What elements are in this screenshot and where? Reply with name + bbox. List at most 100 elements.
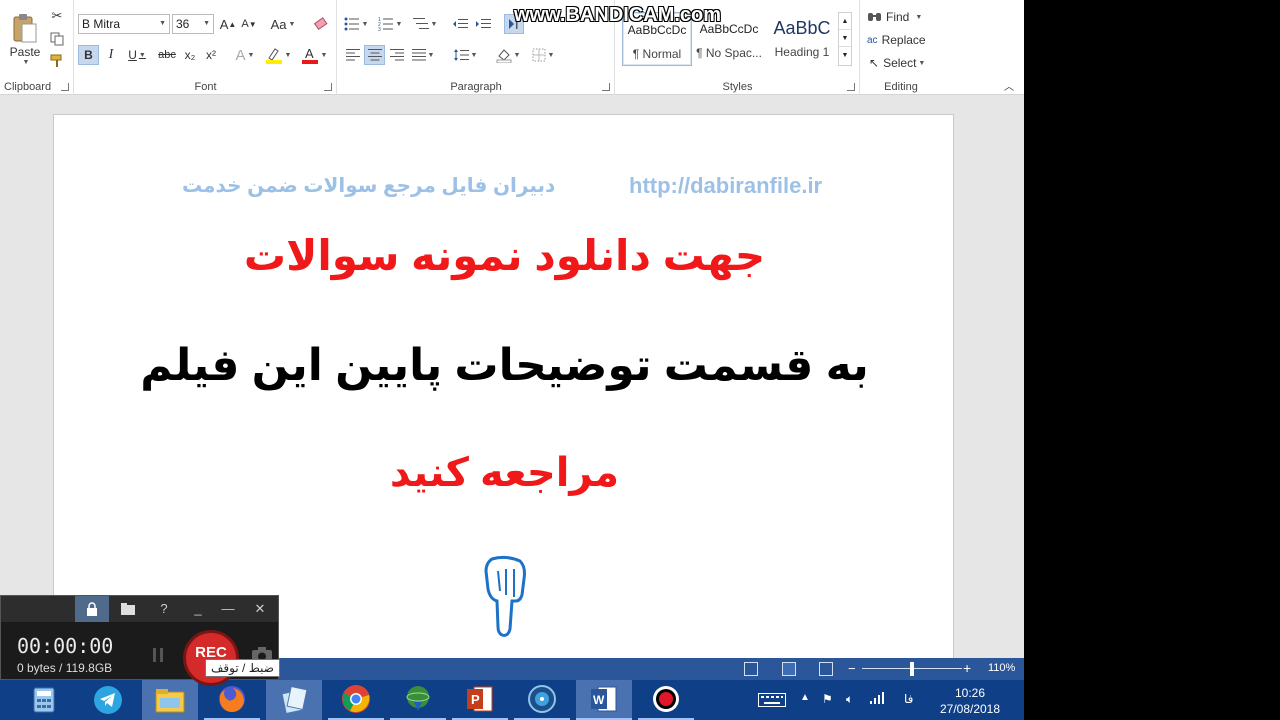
powerpoint-icon[interactable]: P (452, 680, 508, 720)
copy-icon[interactable] (48, 30, 66, 48)
header-site-name: دبیران فایل مرجع سوالات ضمن خدمت (182, 175, 556, 197)
close-icon[interactable]: ✕ (245, 599, 275, 619)
select-button[interactable]: ↖ Select ▼ (869, 53, 935, 73)
paste-button[interactable]: Paste ▼ (6, 6, 44, 72)
shrink-font-button[interactable]: A ▼ (240, 14, 258, 34)
help-icon[interactable]: ? (149, 599, 179, 619)
format-painter-icon[interactable] (48, 52, 66, 70)
lock-icon (87, 602, 97, 616)
word-window: Paste ▼ ✂ Clipboard B Mitra ▼ 36 ▼ A ▲ A ▼ A… (0, 0, 1024, 720)
style-heading-1-name: Heading 1 (774, 45, 830, 59)
ribbon: Paste ▼ ✂ Clipboard B Mitra ▼ 36 ▼ A ▲ A ▼ A… (0, 0, 1024, 95)
heading-see-description: به قسمت توضیحات پایین این فیلم (140, 341, 869, 390)
styles-scroll-up-icon[interactable]: ▲ (839, 13, 851, 30)
select-label: Select (883, 56, 917, 70)
paragraph-launcher-icon[interactable] (602, 83, 610, 91)
zoom-in-icon[interactable]: + (963, 660, 971, 676)
align-left-icon[interactable] (343, 45, 363, 65)
find-button[interactable]: Find ▼ (867, 7, 933, 27)
show-hidden-icons-icon[interactable]: ▲ (800, 692, 810, 703)
font-launcher-icon[interactable] (324, 83, 332, 91)
styles-scroll[interactable]: ▲ ▼ ▼ (838, 12, 852, 66)
borders-icon[interactable]: ▼ (528, 45, 558, 65)
italic-button[interactable]: I (102, 45, 120, 65)
recorder-lock-button[interactable] (75, 596, 109, 622)
font-name-combo[interactable]: B Mitra ▼ (78, 14, 170, 34)
svg-text:3: 3 (378, 27, 381, 31)
notepad-icon[interactable] (266, 680, 322, 720)
paste-label: Paste (9, 44, 41, 59)
decrease-indent-icon[interactable] (450, 14, 470, 34)
telegram-icon[interactable] (80, 680, 136, 720)
clock[interactable]: 10:26 27/08/2018 (930, 685, 1010, 717)
styles-scroll-down-icon[interactable]: ▼ (839, 30, 851, 47)
font-name-value: B Mitra (82, 17, 121, 31)
bandicam-icon[interactable] (638, 680, 694, 720)
bullets-icon[interactable]: ▼ (342, 14, 370, 34)
zoom-out-icon[interactable]: − (848, 661, 856, 676)
record-button[interactable]: REC (183, 630, 239, 686)
align-right-icon[interactable] (387, 45, 407, 65)
zoom-level[interactable]: 110% (988, 662, 1015, 674)
superscript-button[interactable]: x² (202, 45, 220, 65)
recorder-titlebar[interactable]: ? _ — ✕ (1, 596, 278, 622)
increase-indent-icon[interactable] (473, 14, 493, 34)
language-indicator[interactable]: فا (904, 692, 913, 706)
styles-more-icon[interactable]: ▼ (839, 47, 851, 64)
strikethrough-button[interactable]: abc (155, 45, 179, 65)
print-layout-icon[interactable] (782, 662, 796, 676)
svg-text:W: W (593, 693, 605, 707)
calculator-icon[interactable] (16, 680, 72, 720)
numbering-icon[interactable]: 1 2 3 ▼ (376, 14, 404, 34)
change-case-button[interactable]: Aa ▼ (267, 14, 299, 34)
mini-mode-icon[interactable]: _ (183, 599, 213, 619)
minimize-icon[interactable]: — (213, 599, 243, 619)
folder-icon[interactable] (113, 599, 143, 619)
file-explorer-icon[interactable] (142, 680, 198, 720)
zoom-slider-thumb[interactable] (910, 662, 914, 676)
change-case-glyph: Aa (270, 16, 287, 32)
styles-launcher-icon[interactable] (847, 83, 855, 91)
clear-formatting-icon[interactable] (311, 14, 331, 34)
pause-icon[interactable] (151, 648, 165, 662)
font-group: B Mitra ▼ 36 ▼ A ▲ A ▼ Aa ▼ B I U ▼ abc x₂ x² … (75, 0, 337, 95)
header-site-url: http://dabiranfile.ir (629, 173, 823, 198)
letterbox-area (1024, 0, 1280, 720)
keyboard-icon[interactable] (758, 693, 786, 710)
font-size-combo[interactable]: 36 ▼ (172, 14, 214, 34)
download-manager-icon[interactable] (390, 680, 446, 720)
record-tooltip: ضبط / توقف (205, 659, 280, 677)
bold-button[interactable]: B (78, 45, 99, 65)
grow-font-button[interactable]: A ▲ (219, 14, 237, 34)
document-area[interactable]: دبیران فایل مرجع سوالات ضمن خدمت http://… (0, 96, 1024, 658)
underline-button[interactable]: U ▼ (123, 45, 151, 65)
subscript-button[interactable]: x₂ (181, 45, 199, 65)
network-icon[interactable] (870, 692, 886, 707)
document-page[interactable]: دبیران فایل مرجع سوالات ضمن خدمت http://… (53, 114, 954, 658)
word-icon[interactable]: W (576, 680, 632, 720)
media-player-icon[interactable] (514, 680, 570, 720)
line-spacing-icon[interactable]: ▼ (450, 45, 480, 65)
firefox-icon[interactable] (204, 680, 260, 720)
align-center-icon[interactable] (364, 45, 385, 65)
web-layout-icon[interactable] (819, 662, 833, 676)
text-effects-icon[interactable]: A ▼ (233, 45, 257, 65)
volume-icon[interactable]: 🔈︎ (846, 692, 853, 707)
highlight-icon[interactable]: ▼ (263, 45, 293, 65)
clipboard-launcher-icon[interactable] (61, 83, 69, 91)
select-pointer-icon: ↖ (869, 56, 880, 70)
font-color-icon[interactable]: A ▼ (299, 45, 329, 65)
grow-font-glyph: A (219, 16, 229, 32)
shrink-font-glyph: A (241, 18, 249, 30)
multilevel-list-icon[interactable]: ▼ (410, 14, 440, 34)
cut-icon[interactable]: ✂ (48, 7, 66, 25)
style-heading-1[interactable]: AaBbC Heading 1 (766, 12, 838, 66)
action-center-flag-icon[interactable]: ⚑ (822, 692, 833, 706)
replace-button[interactable]: ac Replace (867, 30, 939, 50)
bold-glyph: B (84, 48, 93, 62)
chrome-icon[interactable] (328, 680, 384, 720)
collapse-ribbon-icon[interactable]: ︿ (1002, 78, 1016, 93)
read-mode-icon[interactable] (744, 662, 758, 676)
justify-icon[interactable]: ▼ (409, 45, 437, 65)
shading-icon[interactable]: ▼ (492, 45, 524, 65)
